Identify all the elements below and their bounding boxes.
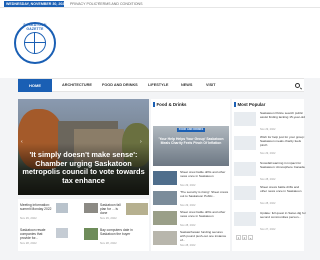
list-item[interactable]: Sheet crew battle drifts and other news … xyxy=(153,170,229,189)
post-thumbnail[interactable] xyxy=(84,203,98,213)
post-date: Nov 29, 2022 xyxy=(100,216,117,220)
post-thumbnail[interactable] xyxy=(126,203,148,215)
post-title[interactable]: 'The security is rising': Sheet crews ou… xyxy=(180,190,229,199)
post-title[interactable]: Sheet crew battle drifts and other news … xyxy=(180,210,229,219)
post-date: Nov 28, 2022 xyxy=(260,202,276,205)
nav-home-label: HOME xyxy=(29,83,41,88)
post-thumbnail[interactable] xyxy=(234,112,256,126)
post-thumbnail[interactable] xyxy=(153,191,177,205)
date-badge: WEDNESDAY, NOVEMBER 30, 2022 xyxy=(4,1,64,7)
list-item[interactable]: Snowfall warning in impact for Saskatoon… xyxy=(234,161,306,184)
logo-text: SASKATOON GAZETTE xyxy=(23,23,47,31)
site-logo[interactable]: SASKATOON GAZETTE xyxy=(14,22,56,64)
post-thumbnail[interactable] xyxy=(153,171,177,185)
post-thumbnail[interactable] xyxy=(153,231,177,245)
privacy-policy-link[interactable]: PRIVACY POLICY xyxy=(70,1,100,7)
page-button[interactable]: 2 xyxy=(242,235,247,240)
list-item[interactable]: Wish for help just for your group: Saska… xyxy=(234,135,306,158)
nav-item-visit[interactable]: VISIT xyxy=(206,79,216,92)
search-icon[interactable] xyxy=(295,83,300,88)
post-title[interactable]: Wish for help just for your group: Saska… xyxy=(260,135,306,147)
post-thumbnail[interactable] xyxy=(153,211,177,225)
post-title[interactable]: Sheet crew battle drifts and other news … xyxy=(180,170,229,179)
list-item[interactable]: Saskatoon resale companies that provide … xyxy=(20,228,84,250)
globe-icon xyxy=(24,32,46,54)
post-title[interactable]: Meeting information: summit Monday 2022 xyxy=(20,203,54,211)
post-date: Nov 28, 2022 xyxy=(20,241,37,245)
post-title[interactable]: Saskatoon resale companies that provide … xyxy=(20,228,54,240)
post-thumbnail[interactable] xyxy=(234,212,256,226)
nav-item-architecture[interactable]: ARCHITECTURE xyxy=(62,79,92,92)
post-date: Nov 29, 2022 xyxy=(260,152,276,155)
main-nav: HOME ARCHITECTURE FOOD AND DRINKS LIFEST… xyxy=(18,78,304,92)
post-date: Nov 29, 2022 xyxy=(180,204,196,207)
list-item[interactable]: Sheet crew battle drifts and other news … xyxy=(153,210,229,229)
post-date: Nov 27, 2022 xyxy=(260,228,276,231)
post-thumbnail[interactable] xyxy=(84,228,98,240)
post-date: Nov 29, 2022 xyxy=(20,216,37,220)
post-title[interactable]: Saskatchewan funding secures with pound … xyxy=(180,230,229,242)
terms-link[interactable]: TERMS AND CONDITIONS xyxy=(98,1,143,7)
post-title[interactable]: Saskatoon fall plan for ... is done xyxy=(100,203,122,215)
post-date: Nov 28, 2022 xyxy=(180,224,196,227)
next-page-button[interactable]: » xyxy=(248,235,253,240)
list-item[interactable]: Meeting information: summit Monday 2022 … xyxy=(20,203,84,225)
post-title[interactable]: Update: full quest in Satoo dig for seco… xyxy=(260,211,306,220)
top-bar: WEDNESDAY, NOVEMBER 30, 2022 PRIVACY POL… xyxy=(0,0,320,8)
list-item[interactable]: Update: full quest in Satoo dig for seco… xyxy=(234,211,306,234)
list-item[interactable]: Sheet crews battle drifts and other news… xyxy=(234,185,306,208)
list-item[interactable]: Saskatchewan funding secures with pound … xyxy=(153,230,229,249)
post-date: Nov 28, 2022 xyxy=(260,178,276,181)
chevron-left-icon[interactable]: ‹ xyxy=(21,139,27,145)
post-thumbnail[interactable] xyxy=(56,228,68,238)
category-badge[interactable]: FOOD AND DRINKS xyxy=(177,128,205,132)
post-thumbnail[interactable] xyxy=(234,136,256,150)
nav-home[interactable]: HOME xyxy=(18,79,52,92)
section-heading: Food & Drinks xyxy=(153,101,187,108)
featured-title[interactable]: 'It simply doesn't make sense': Chamber … xyxy=(22,150,145,185)
list-item[interactable]: Saskatoon Police search public assist fi… xyxy=(234,111,306,134)
post-title[interactable]: Bay computers date in Saskatoon the buye… xyxy=(100,228,144,236)
post-title[interactable]: Snowfall warning in impact for Saskatoon… xyxy=(260,161,306,170)
post-date: Nov 29, 2022 xyxy=(260,128,276,131)
post-thumbnail[interactable] xyxy=(234,186,256,200)
post-thumbnail[interactable] xyxy=(56,203,68,213)
post-date: Nov 29, 2022 xyxy=(180,184,196,187)
section-heading: Most Popular xyxy=(234,101,265,108)
middle-feature-title[interactable]: 'Your Help Helps Your Group' Saskatoon M… xyxy=(156,137,226,145)
post-date: Nov 28, 2022 xyxy=(100,241,117,245)
post-date: Nov 28, 2022 xyxy=(180,244,196,247)
nav-item-news[interactable]: NEWS xyxy=(181,79,192,92)
nav-item-food-and-drinks[interactable]: FOOD AND DRINKS xyxy=(102,79,138,92)
post-title[interactable]: Saskatoon Police search public assist fi… xyxy=(260,111,306,120)
nav-item-lifestyle[interactable]: LIFESTYLE xyxy=(148,79,168,92)
site-header: SASKATOON GAZETTE xyxy=(0,8,320,78)
chevron-right-icon[interactable]: › xyxy=(140,139,146,145)
pagination: 1 2» xyxy=(236,235,254,240)
list-item[interactable]: 'The security is rising': Sheet crews ou… xyxy=(153,190,229,209)
middle-feature-image[interactable] xyxy=(153,126,229,166)
featured-slider[interactable]: ‹ › 'It simply doesn't make sense': Cham… xyxy=(18,99,149,195)
post-title[interactable]: Sheet crews battle drifts and other news… xyxy=(260,185,306,194)
list-item[interactable]: Bay computers date in Saskatoon the buye… xyxy=(100,228,148,250)
page-button[interactable]: 1 xyxy=(236,235,241,240)
post-thumbnail[interactable] xyxy=(234,162,256,176)
